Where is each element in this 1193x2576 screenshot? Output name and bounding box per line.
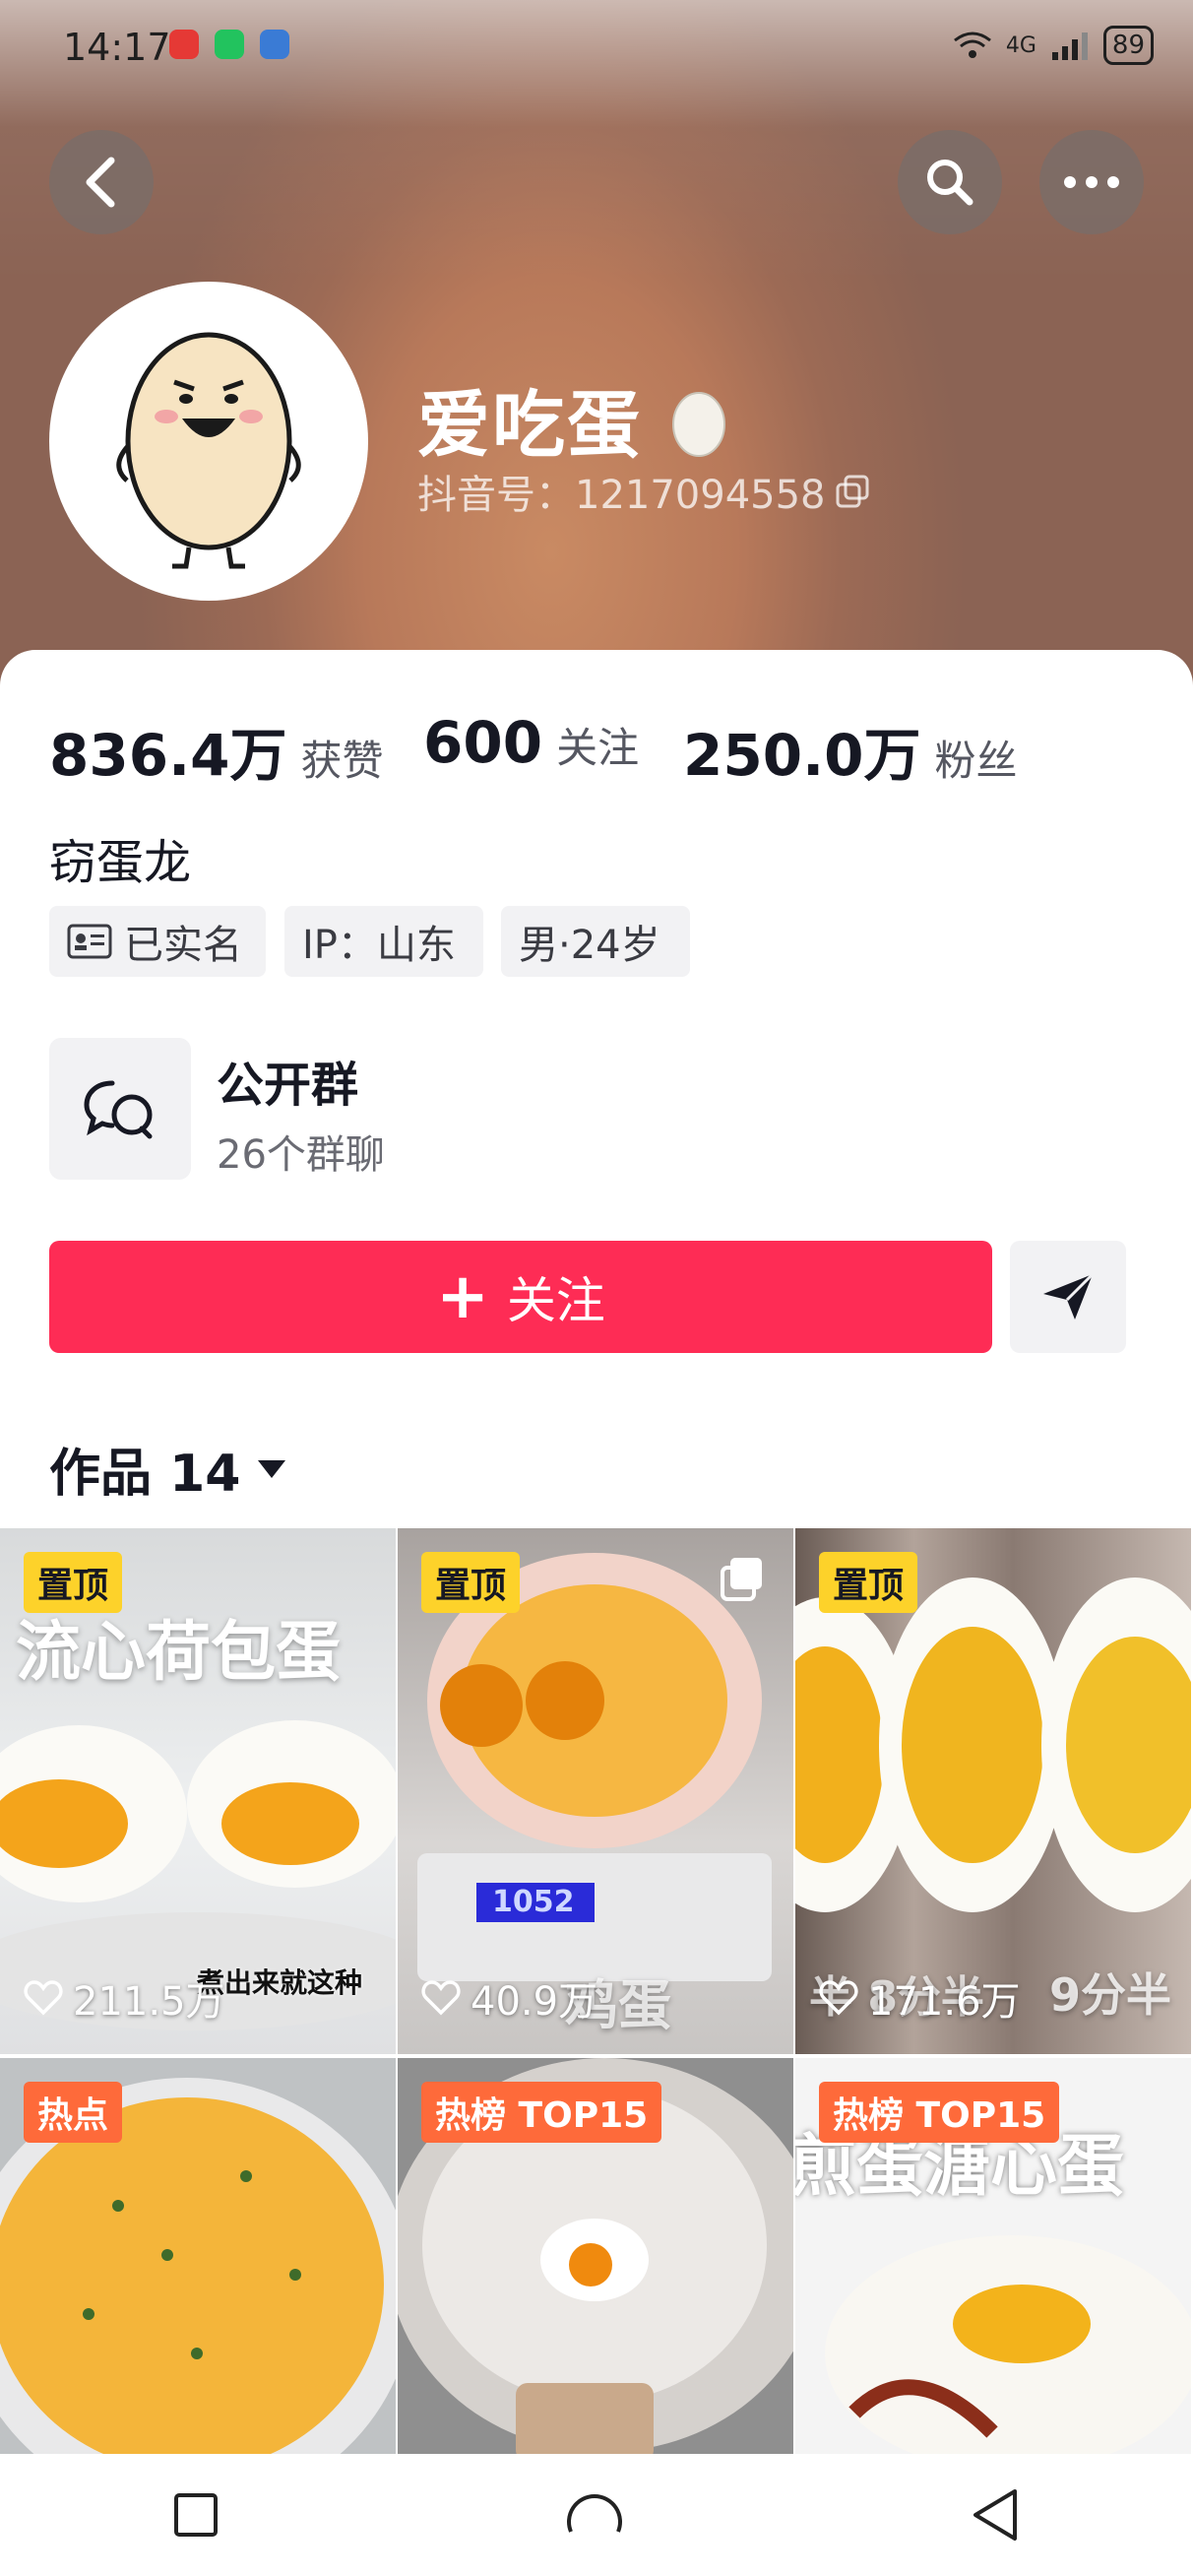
- bio: 窃蛋龙: [49, 835, 192, 890]
- send-icon: [1043, 1272, 1095, 1320]
- followers-count: 250.0万: [683, 722, 921, 789]
- video-tile[interactable]: 流心荷包蛋 煮出来就这种 置顶 211.5万: [0, 1528, 396, 2054]
- video-likes: 40.9万: [421, 1969, 597, 2027]
- caret-down-icon: [258, 1459, 286, 1478]
- system-nav-bar: [0, 2454, 1193, 2576]
- video-overlay-text: 流心荷包蛋: [16, 1614, 341, 1690]
- tag-gender-age: 男·24岁: [501, 906, 690, 977]
- douyin-id[interactable]: 抖音号：1217094558: [417, 463, 869, 520]
- search-icon: [927, 160, 973, 206]
- video-tile[interactable]: 热榜 TOP15: [398, 2058, 793, 2454]
- nickname: 爱吃蛋: [417, 366, 728, 472]
- heart-icon: [421, 1980, 461, 2016]
- stat-followers[interactable]: 250.0万 粉丝: [683, 709, 1017, 792]
- status-indicators: 4G 89: [953, 26, 1154, 65]
- following-count: 600: [423, 709, 543, 776]
- back-button[interactable]: [49, 130, 154, 234]
- multi-image-icon: [721, 1558, 762, 1601]
- tag-ip-label: IP：山东: [302, 923, 456, 968]
- avatar[interactable]: [49, 282, 368, 601]
- more-button[interactable]: [1039, 130, 1144, 234]
- tag-verified: 已实名: [49, 906, 266, 977]
- home-icon[interactable]: [565, 2488, 624, 2542]
- plus-icon: +: [436, 1260, 489, 1333]
- works-tab-label: 作品 14: [49, 1445, 241, 1504]
- app-notification-icon: [260, 30, 289, 59]
- public-group-button[interactable]: [49, 1038, 191, 1180]
- pinned-badge: 置顶: [24, 1552, 123, 1613]
- video-likes: 171.6万: [819, 1969, 1021, 2027]
- video-likes-count: 211.5万: [73, 1979, 225, 2025]
- following-label: 关注: [556, 724, 640, 772]
- nickname-text: 爱吃蛋: [417, 383, 642, 468]
- tag-ip: IP：山东: [284, 906, 483, 977]
- battery-level: 89: [1102, 26, 1154, 65]
- stat-likes[interactable]: 836.4万 获赞: [49, 709, 383, 792]
- share-button[interactable]: [1010, 1241, 1126, 1353]
- id-card-icon: [67, 924, 112, 959]
- follow-label: 关注: [506, 1272, 605, 1329]
- stat-following[interactable]: 600 关注: [423, 709, 639, 776]
- pinned-badge: 置顶: [819, 1552, 918, 1613]
- video-tile[interactable]: 热点: [0, 2058, 396, 2454]
- video-likes: 211.5万: [24, 1969, 225, 2027]
- wechat-app-icon: [215, 30, 244, 59]
- network-type: 4G: [1005, 32, 1036, 58]
- works-tab[interactable]: 作品 14: [49, 1432, 287, 1506]
- likes-label: 获赞: [300, 737, 384, 785]
- video-likes-count: 40.9万: [471, 1979, 598, 2025]
- pinned-badge: 置顶: [421, 1552, 521, 1613]
- video-likes-count: 171.6万: [868, 1979, 1021, 2025]
- signal-icon: [1051, 32, 1088, 60]
- scale-reading: 1052: [492, 1885, 575, 1919]
- follow-button[interactable]: + 关注: [49, 1241, 992, 1353]
- back-arrow-icon: [86, 157, 115, 208]
- egg-cartoon-avatar: [116, 332, 301, 569]
- tag-verified-label: 已实名: [124, 923, 242, 968]
- more-dots-icon: [1064, 176, 1119, 188]
- video-overlay-text: 9分半: [1049, 1968, 1172, 2022]
- video-tile[interactable]: 半 8分半 9分半 置顶 171.6万: [795, 1528, 1191, 2054]
- heart-icon: [819, 1980, 858, 2016]
- back-nav-icon[interactable]: [970, 2487, 1021, 2543]
- public-group-title[interactable]: 公开群: [217, 1046, 358, 1115]
- group-chat-icon: [84, 1080, 153, 1139]
- copy-icon[interactable]: [836, 475, 869, 508]
- recent-apps-icon[interactable]: [172, 2491, 220, 2539]
- followers-label: 粉丝: [934, 737, 1018, 785]
- wifi-icon: [953, 32, 991, 58]
- public-group-count: 26个群聊: [217, 1132, 385, 1178]
- hot-badge: 热点: [24, 2082, 123, 2143]
- tag-gender-age-label: 男·24岁: [519, 923, 660, 968]
- status-time: 14:17: [63, 26, 171, 69]
- huawei-app-icon: [169, 30, 199, 59]
- video-tile[interactable]: 1052 鸡蛋 置顶 40.9万: [398, 1528, 793, 2054]
- douyin-id-text: 抖音号：1217094558: [417, 473, 826, 518]
- likes-count: 836.4万: [49, 722, 287, 789]
- hot-badge: 热榜 TOP15: [819, 2082, 1060, 2143]
- egg-emoji-icon: [671, 392, 725, 457]
- hot-badge: 热榜 TOP15: [421, 2082, 662, 2143]
- search-button[interactable]: [898, 130, 1002, 234]
- heart-icon: [24, 1980, 63, 2016]
- video-tile[interactable]: 煎蛋溏心蛋 热榜 TOP15: [795, 2058, 1191, 2454]
